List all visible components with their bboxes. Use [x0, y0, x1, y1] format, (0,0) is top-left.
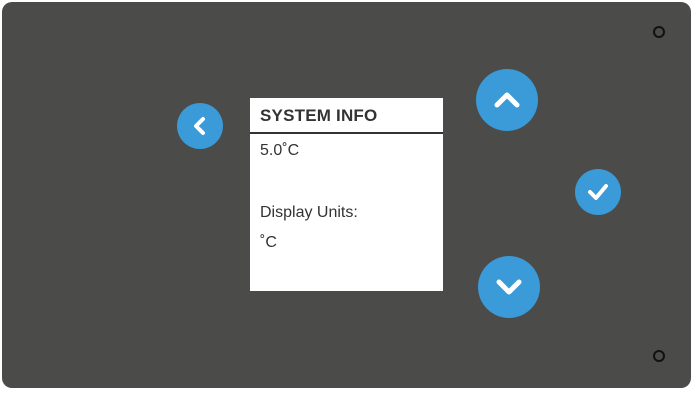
up-button[interactable]	[476, 69, 538, 131]
screw-bottom-icon	[653, 350, 665, 362]
display-screen: SYSTEM INFO 5.0˚C Display Units: ˚C	[250, 98, 443, 291]
checkmark-icon	[588, 184, 608, 200]
screen-title: SYSTEM INFO	[260, 106, 378, 125]
confirm-button[interactable]	[575, 169, 621, 215]
title-divider	[250, 132, 443, 134]
down-button[interactable]	[478, 256, 540, 318]
display-units-label: Display Units:	[260, 204, 358, 221]
temperature-value: 5.0˚C	[260, 142, 300, 159]
display-units-value: ˚C	[260, 234, 277, 251]
chevron-up-icon	[494, 92, 520, 108]
chevron-down-icon	[496, 279, 522, 295]
device-panel: SYSTEM INFO 5.0˚C Display Units: ˚C	[2, 2, 691, 388]
back-button[interactable]	[177, 103, 223, 149]
chevron-left-icon	[194, 117, 205, 135]
screw-top-icon	[653, 26, 665, 38]
